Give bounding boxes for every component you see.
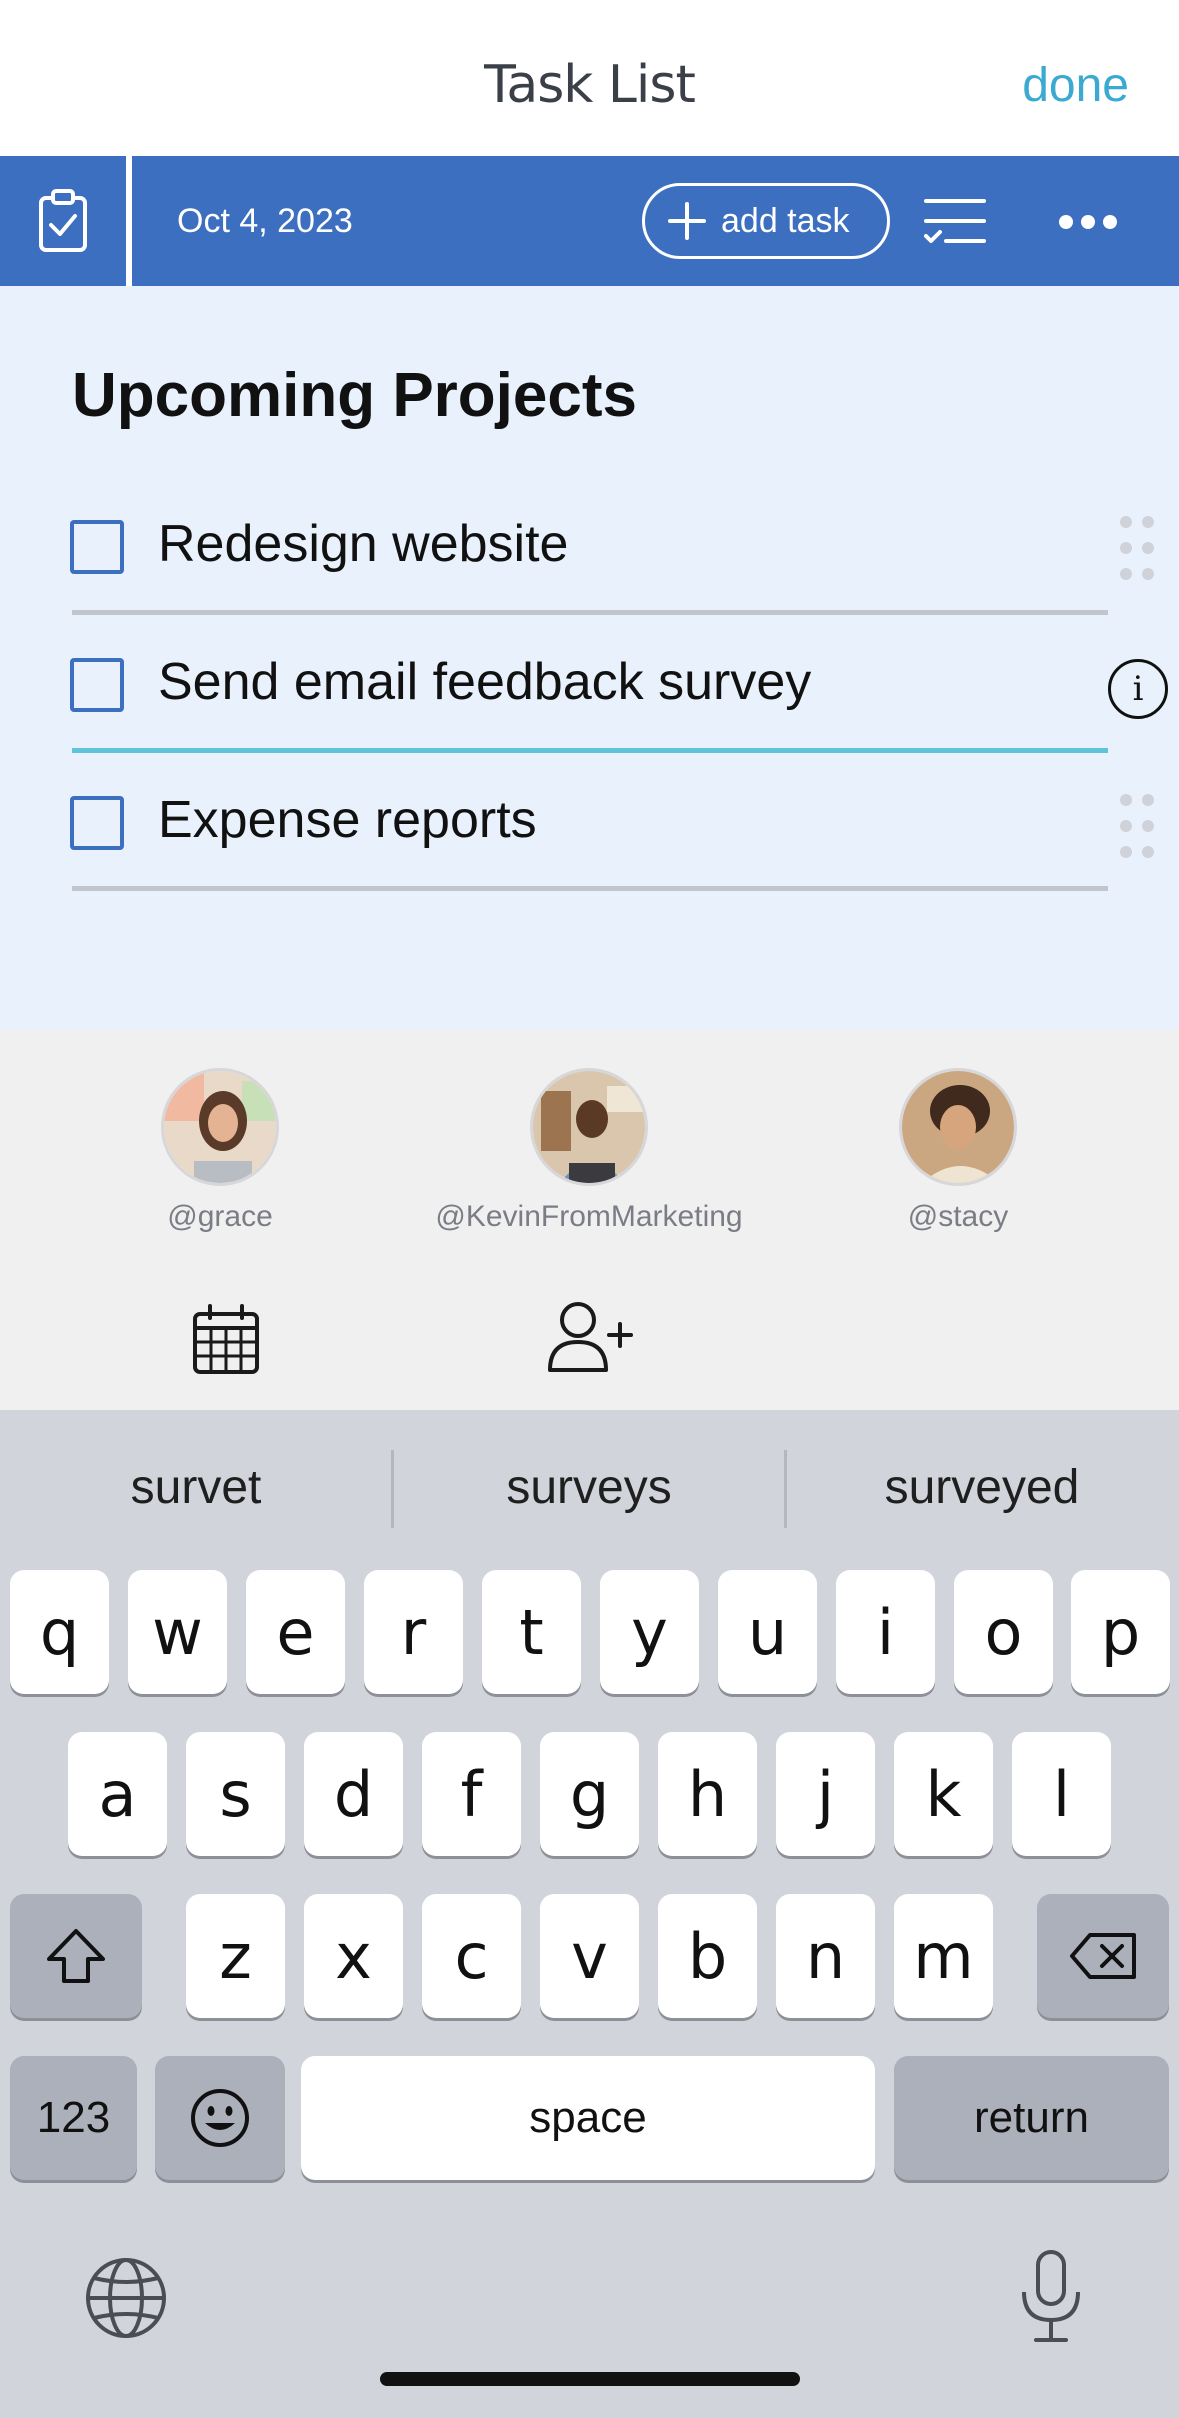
key-p[interactable]: p <box>1071 1570 1170 1694</box>
key-u[interactable]: u <box>718 1570 817 1694</box>
key-t[interactable]: t <box>482 1570 581 1694</box>
key-x[interactable]: x <box>304 1894 403 2018</box>
suggestion-3[interactable]: surveyed <box>786 1460 1178 1515</box>
task-checkbox[interactable] <box>70 658 124 712</box>
onscreen-keyboard: survet surveys surveyed q w e r t y u i … <box>0 1410 1179 2418</box>
key-e[interactable]: e <box>246 1570 345 1694</box>
key-o[interactable]: o <box>954 1570 1053 1694</box>
add-person-icon <box>548 1302 633 1372</box>
drag-handle-icon[interactable] <box>1120 794 1154 858</box>
home-indicator[interactable] <box>380 2372 800 2386</box>
key-i[interactable]: i <box>836 1570 935 1694</box>
calendar-button[interactable] <box>192 1304 260 1381</box>
current-date: Oct 4, 2023 <box>177 202 353 240</box>
info-icon[interactable]: i <box>1108 659 1168 719</box>
numbers-key[interactable]: 123 <box>10 2056 137 2180</box>
add-task-button[interactable]: add task <box>642 183 890 259</box>
key-v[interactable]: v <box>540 1894 639 2018</box>
clipboard-button[interactable] <box>0 156 132 286</box>
clipboard-check-icon <box>39 189 87 252</box>
key-l[interactable]: l <box>1012 1732 1111 1856</box>
mention-kevinfrommarketing[interactable]: @KevinFromMarketing <box>409 1068 769 1234</box>
task-checkbox[interactable] <box>70 796 124 850</box>
key-j[interactable]: j <box>776 1732 875 1856</box>
calendar-icon <box>193 1304 259 1374</box>
plus-icon <box>668 202 706 240</box>
emoji-icon <box>191 2089 249 2147</box>
suggestion-2[interactable]: surveys <box>393 1460 785 1515</box>
more-options-button[interactable] <box>1058 214 1118 235</box>
suggestion-1[interactable]: survet <box>0 1460 392 1515</box>
key-w[interactable]: w <box>128 1570 227 1694</box>
key-a[interactable]: a <box>68 1732 167 1856</box>
key-y[interactable]: y <box>600 1570 699 1694</box>
mention-handle: @grace <box>167 1200 273 1233</box>
task-row-editing[interactable]: Send email feedback survey <box>70 624 1110 762</box>
mention-handle: @KevinFromMarketing <box>435 1200 743 1233</box>
key-r[interactable]: r <box>364 1570 463 1694</box>
shift-key[interactable] <box>10 1894 142 2018</box>
dictation-button[interactable] <box>1016 2248 1086 2351</box>
key-g[interactable]: g <box>540 1732 639 1856</box>
task-toolbar: Oct 4, 2023 add task <box>0 156 1179 286</box>
drag-handle-icon[interactable] <box>1120 516 1154 580</box>
space-key[interactable]: space <box>301 2056 875 2180</box>
add-task-label: add task <box>721 201 850 240</box>
more-dots-icon <box>1059 215 1117 229</box>
task-label[interactable]: Redesign website <box>158 514 568 574</box>
title-bar: Task List done <box>0 0 1179 156</box>
page-title: Task List <box>484 55 696 115</box>
key-n[interactable]: n <box>776 1894 875 2018</box>
delete-key[interactable] <box>1037 1894 1169 2018</box>
mention-handle: @stacy <box>907 1200 1009 1233</box>
task-checkbox[interactable] <box>70 520 124 574</box>
avatar <box>899 1068 1017 1186</box>
task-label[interactable]: Send email feedback survey <box>158 652 811 712</box>
key-c[interactable]: c <box>422 1894 521 2018</box>
mention-suggestions-bar: @grace @KevinFromMarketing @stacy <box>0 1030 1179 1410</box>
checklist-icon <box>924 199 986 243</box>
checklist-view-button[interactable] <box>924 196 986 251</box>
task-list-panel: Upcoming Projects Redesign website Send … <box>0 286 1179 1030</box>
task-label[interactable]: Expense reports <box>158 790 537 850</box>
key-b[interactable]: b <box>658 1894 757 2018</box>
shift-arrow-icon <box>47 1929 105 1983</box>
key-f[interactable]: f <box>422 1732 521 1856</box>
microphone-icon <box>1022 2250 1080 2342</box>
avatar <box>530 1068 648 1186</box>
emoji-key[interactable] <box>155 2056 285 2180</box>
globe-icon <box>86 2258 166 2338</box>
backspace-icon <box>1070 1933 1136 1979</box>
globe-button[interactable] <box>84 2256 168 2345</box>
key-q[interactable]: q <box>10 1570 109 1694</box>
key-d[interactable]: d <box>304 1732 403 1856</box>
task-divider <box>72 610 1108 615</box>
return-key[interactable]: return <box>894 2056 1169 2180</box>
key-k[interactable]: k <box>894 1732 993 1856</box>
key-m[interactable]: m <box>894 1894 993 2018</box>
avatar <box>161 1068 279 1186</box>
key-s[interactable]: s <box>186 1732 285 1856</box>
list-heading: Upcoming Projects <box>72 361 637 430</box>
done-button[interactable]: done <box>1022 58 1129 113</box>
mention-grace[interactable]: @grace <box>40 1068 400 1234</box>
task-row[interactable]: Redesign website <box>70 486 1110 624</box>
task-row[interactable]: Expense reports <box>70 762 1110 900</box>
task-divider-active <box>72 748 1108 753</box>
task-divider <box>72 886 1108 891</box>
key-z[interactable]: z <box>186 1894 285 2018</box>
add-person-button[interactable] <box>546 1300 634 1379</box>
mention-stacy[interactable]: @stacy <box>778 1068 1138 1234</box>
key-h[interactable]: h <box>658 1732 757 1856</box>
